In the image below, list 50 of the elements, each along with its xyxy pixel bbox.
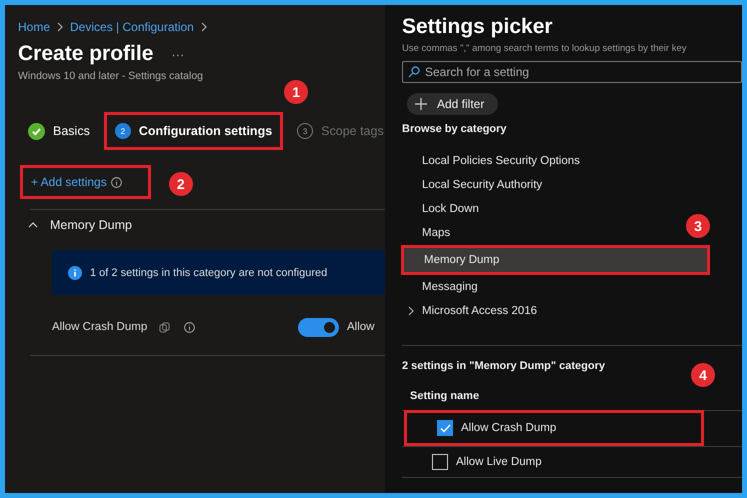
section-header[interactable]: Memory Dump	[18, 210, 385, 240]
panel-title: Settings picker	[402, 15, 554, 39]
breadcrumb-link[interactable]: Devices | Configuration	[70, 20, 194, 34]
breadcrumb-link[interactable]: Home	[18, 20, 50, 34]
wizard-tab[interactable]: Basics	[24, 116, 94, 146]
chevron-icon	[200, 22, 208, 32]
category-item[interactable]: Memory Dump	[404, 248, 707, 272]
copy-icon	[159, 322, 170, 332]
category-item[interactable]: Local Security Authority	[402, 173, 542, 197]
checkbox[interactable]	[432, 454, 448, 470]
setting-row[interactable]: Allow Crash Dump	[407, 413, 701, 443]
category-item[interactable]: Microsoft Access 2016	[402, 299, 538, 323]
setting-row[interactable]: Allow Live Dump	[402, 447, 742, 477]
more-button[interactable]: ···	[171, 46, 184, 62]
check-circle-icon	[28, 122, 45, 140]
search-hint: Use commas "," among search terms to lookup settings by their key	[402, 43, 688, 54]
add-settings-link[interactable]: + Add settings	[29, 171, 124, 193]
step-badge: 4	[691, 363, 715, 387]
step-badge: 2	[168, 172, 193, 196]
wizard-tab[interactable]: 3 Scope tags	[293, 117, 385, 145]
info-text: 1 of 2 settings in this category are not configured	[90, 266, 328, 278]
category-item[interactable]: Lock Down	[402, 197, 479, 221]
chevron-icon	[56, 22, 64, 32]
step-number: 2	[114, 123, 131, 139]
column-header: Setting name	[410, 390, 480, 402]
checkbox[interactable]	[437, 420, 453, 436]
results-heading: 2 settings in "Memory Dump" category	[402, 360, 606, 372]
category-item[interactable]: Messaging	[402, 275, 478, 299]
info-icon	[184, 322, 196, 332]
step-badge: 1	[284, 80, 308, 104]
check-icon	[440, 424, 450, 432]
step-number: 3	[297, 123, 314, 139]
search-field[interactable]: Search for a setting	[402, 61, 742, 83]
toggle-switch[interactable]	[298, 318, 339, 336]
section-heading: Browse by category	[402, 123, 508, 135]
info-icon	[110, 176, 122, 188]
plus-icon	[415, 98, 427, 110]
search-icon	[408, 66, 420, 78]
category-item[interactable]: Local Policies Security Options	[402, 149, 580, 173]
category-item[interactable]: Maps	[402, 221, 450, 245]
chevron-icon	[28, 221, 38, 229]
wizard-tab[interactable]: 2 Configuration settings	[110, 117, 276, 145]
info-icon	[68, 266, 82, 280]
setting-label: Allow Crash Dump	[52, 321, 148, 333]
chevron-icon	[407, 306, 415, 316]
toggle-value: Allow	[347, 321, 376, 333]
page-title: Create profile	[18, 42, 154, 66]
step-badge: 3	[686, 214, 710, 238]
page-subtitle: Windows 10 and later - Settings catalog	[18, 70, 204, 82]
add-filter-button[interactable]: Add filter	[407, 93, 498, 115]
